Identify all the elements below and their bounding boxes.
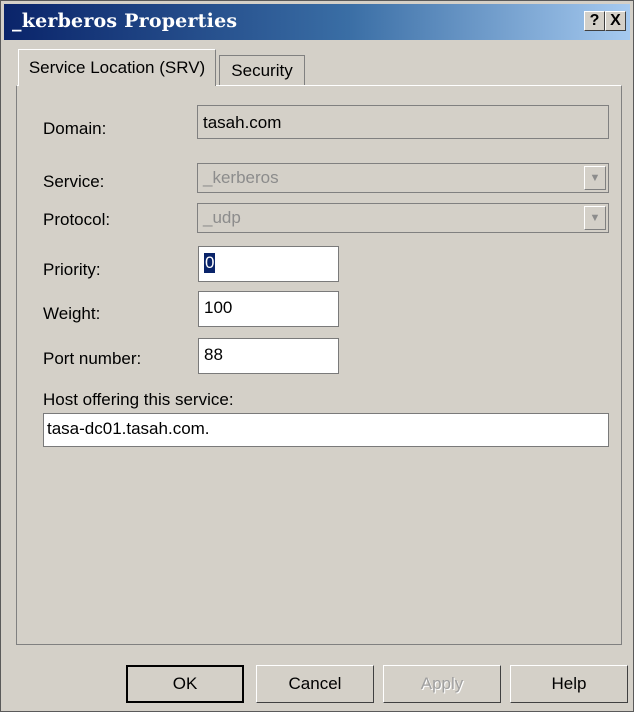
ok-button[interactable]: OK <box>126 665 244 703</box>
host-value: tasa-dc01.tasah.com. <box>47 419 210 438</box>
help-button[interactable]: ? <box>584 11 605 31</box>
protocol-dropdown: _udp ▼ <box>197 203 609 233</box>
port-number-label: Port number: <box>43 349 142 368</box>
window-title: _kerberos Properties <box>12 10 238 32</box>
apply-button[interactable]: Apply <box>383 665 501 703</box>
host-label: Host offering this service: <box>43 390 234 409</box>
title-bar[interactable]: _kerberos Properties ? X <box>4 4 630 40</box>
cancel-button[interactable]: Cancel <box>256 665 374 703</box>
priority-value: 0 <box>204 253 216 273</box>
help-dialog-button[interactable]: Help <box>510 665 628 703</box>
protocol-label: Protocol: <box>43 210 111 229</box>
service-value: _kerberos <box>203 168 279 187</box>
protocol-value: _udp <box>203 208 241 227</box>
weight-input[interactable]: 100 <box>198 291 339 327</box>
host-input[interactable]: tasa-dc01.tasah.com. <box>43 413 609 447</box>
tab-service-location[interactable]: Service Location (SRV) <box>18 49 216 86</box>
tab-panel: Domain: tasah.com Service: _kerberos ▼ P… <box>16 85 622 645</box>
priority-label: Priority: <box>43 260 101 279</box>
port-number-value: 88 <box>204 345 223 364</box>
domain-label: Domain: <box>43 119 107 138</box>
domain-value: tasah.com <box>203 113 282 132</box>
properties-dialog: _kerberos Properties ? X Service Locatio… <box>0 0 634 712</box>
tab-security[interactable]: Security <box>219 55 305 86</box>
domain-field: tasah.com <box>197 105 609 139</box>
service-label: Service: <box>43 172 105 191</box>
chevron-down-icon: ▼ <box>584 206 606 230</box>
port-number-input[interactable]: 88 <box>198 338 339 374</box>
chevron-down-icon: ▼ <box>584 166 606 190</box>
weight-value: 100 <box>204 298 233 317</box>
weight-label: Weight: <box>43 304 101 323</box>
priority-input[interactable]: 0 <box>198 246 339 282</box>
close-button[interactable]: X <box>605 11 626 31</box>
service-dropdown: _kerberos ▼ <box>197 163 609 193</box>
